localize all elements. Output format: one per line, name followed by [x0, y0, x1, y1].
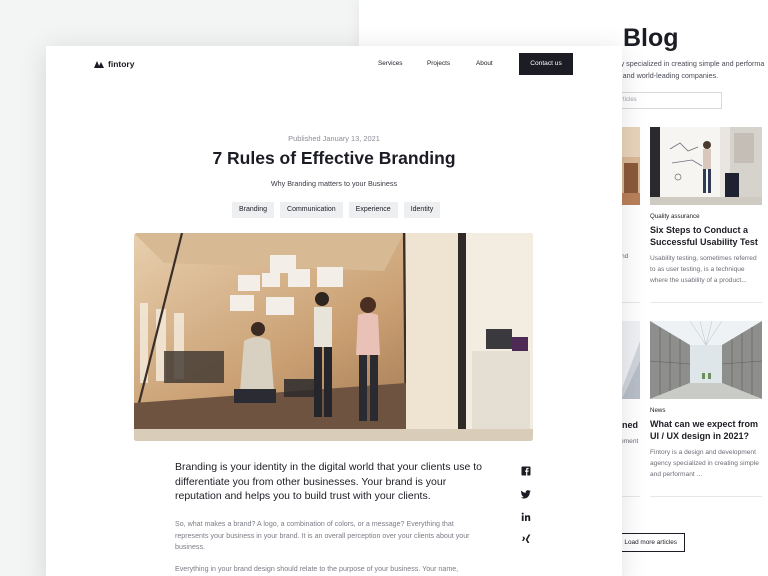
tag-identity[interactable]: Identity — [403, 202, 441, 218]
twitter-icon[interactable] — [520, 487, 532, 499]
article-page: fintory Services Projects About Contact … — [46, 46, 622, 576]
article-title: 7 Rules of Effective Branding — [212, 148, 456, 168]
card-title[interactable]: What can we expect from UI / UX design i… — [650, 418, 760, 442]
hero-image — [134, 233, 533, 441]
nav-services[interactable]: Services — [378, 60, 403, 67]
published-date: Published January 13, 2021 — [288, 134, 380, 143]
card-title[interactable]: Six Steps to Conduct a Successful Usabil… — [650, 224, 760, 248]
fintory-logo-icon — [94, 60, 104, 68]
card-excerpt: Usability testing, sometimes referred to… — [650, 255, 757, 284]
article-image-usability[interactable] — [650, 127, 762, 205]
article-subtitle: Why Branding matters to your Business — [270, 179, 398, 188]
nav-projects[interactable]: Projects — [427, 60, 450, 67]
tag-branding[interactable]: Branding — [232, 202, 275, 218]
article-image-architecture[interactable] — [650, 321, 762, 399]
logo[interactable]: fintory — [94, 59, 134, 69]
facebook-icon[interactable] — [520, 464, 532, 476]
divider — [650, 302, 762, 303]
xing-icon[interactable] — [520, 532, 532, 544]
logo-text: fintory — [108, 59, 135, 69]
partial-excerpt-top: nd — [621, 253, 629, 260]
contact-us-button[interactable]: Contact us — [519, 53, 573, 75]
divider — [650, 496, 762, 497]
search-articles-input[interactable]: rticles — [614, 92, 722, 109]
load-more-button[interactable]: Load more articles — [618, 533, 685, 552]
tag-list: Branding Communication Experience Identi… — [232, 202, 441, 218]
blog-description: ency specialized in creating simple and … — [609, 59, 765, 80]
tag-experience[interactable]: Experience — [348, 202, 398, 218]
article-paragraph: So, what makes a brand? A logo, a combin… — [175, 520, 470, 551]
linkedin-icon[interactable] — [520, 510, 532, 522]
card-category[interactable]: Quality assurance — [650, 213, 700, 220]
article-paragraph: Everything in your brand design should r… — [175, 565, 459, 573]
card-excerpt: Fintory is a design and development agen… — [650, 449, 759, 478]
nav-about[interactable]: About — [476, 60, 493, 67]
article-lead-paragraph: Branding is your identity in the digital… — [175, 461, 482, 502]
card-category[interactable]: News — [650, 407, 665, 414]
tag-communication[interactable]: Communication — [280, 202, 343, 218]
partial-excerpt-bottom: oment — [620, 438, 639, 445]
blog-title: Blog — [623, 24, 679, 52]
